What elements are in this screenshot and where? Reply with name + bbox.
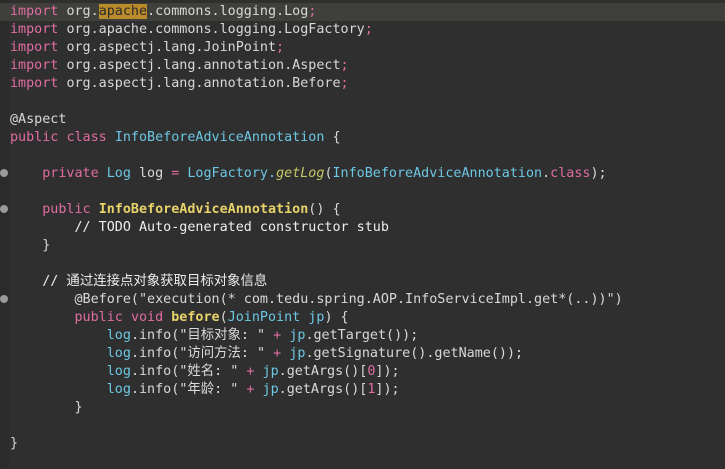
class-name: InfoBeforeAdviceAnnotation	[114, 130, 325, 145]
search-highlight: apache	[98, 4, 148, 19]
import-keyword: import	[10, 4, 59, 19]
code-line-cn-comment[interactable]: // 通过连接点对象获取目标对象信息	[10, 273, 267, 291]
code-line-constructor-close[interactable]: }	[10, 237, 50, 255]
code-line-before-annotation[interactable]: @Before("execution(* com.tedu.spring.AOP…	[10, 291, 623, 309]
code-line-5[interactable]: import org.aspectj.lang.annotation.Befor…	[10, 75, 349, 93]
fold-marker-constructor[interactable]	[0, 205, 8, 213]
code-line-log-age[interactable]: log.info("年龄: " + jp.getArgs()[1]);	[10, 381, 400, 399]
fold-marker-field[interactable]	[0, 169, 8, 177]
code-line-4[interactable]: import org.aspectj.lang.annotation.Aspec…	[10, 57, 349, 75]
code-line-constructor[interactable]: public InfoBeforeAdviceAnnotation() {	[10, 201, 340, 219]
code-line-aspect-annotation[interactable]: @Aspect	[10, 111, 66, 129]
fold-marker-method[interactable]	[0, 295, 8, 303]
code-line-method-close[interactable]: }	[10, 399, 83, 417]
code-line-field[interactable]: private Log log = LogFactory.getLog(Info…	[10, 165, 606, 183]
editor-gutter	[0, 0, 9, 469]
code-line-class-decl[interactable]: public class InfoBeforeAdviceAnnotation …	[10, 129, 341, 147]
code-line-3[interactable]: import org.aspectj.lang.JoinPoint;	[10, 39, 284, 57]
code-line-2[interactable]: import org.apache.commons.logging.LogFac…	[10, 21, 373, 39]
code-line-method-decl[interactable]: public void before(JoinPoint jp) {	[10, 309, 349, 327]
code-line-log-target[interactable]: log.info("目标对象: " + jp.getTarget());	[10, 327, 419, 345]
code-line-1[interactable]: import org.apache.commons.logging.Log;	[0, 3, 725, 21]
code-line-todo-comment[interactable]: // TODO Auto-generated constructor stub	[10, 219, 389, 237]
code-line-class-close[interactable]: }	[10, 435, 18, 453]
code-editor[interactable]: import org.apache.commons.logging.Log; i…	[0, 0, 725, 469]
code-line-log-method[interactable]: log.info("访问方法: " + jp.getSignature().ge…	[10, 345, 523, 363]
code-line-log-name[interactable]: log.info("姓名: " + jp.getArgs()[0]);	[10, 363, 400, 381]
